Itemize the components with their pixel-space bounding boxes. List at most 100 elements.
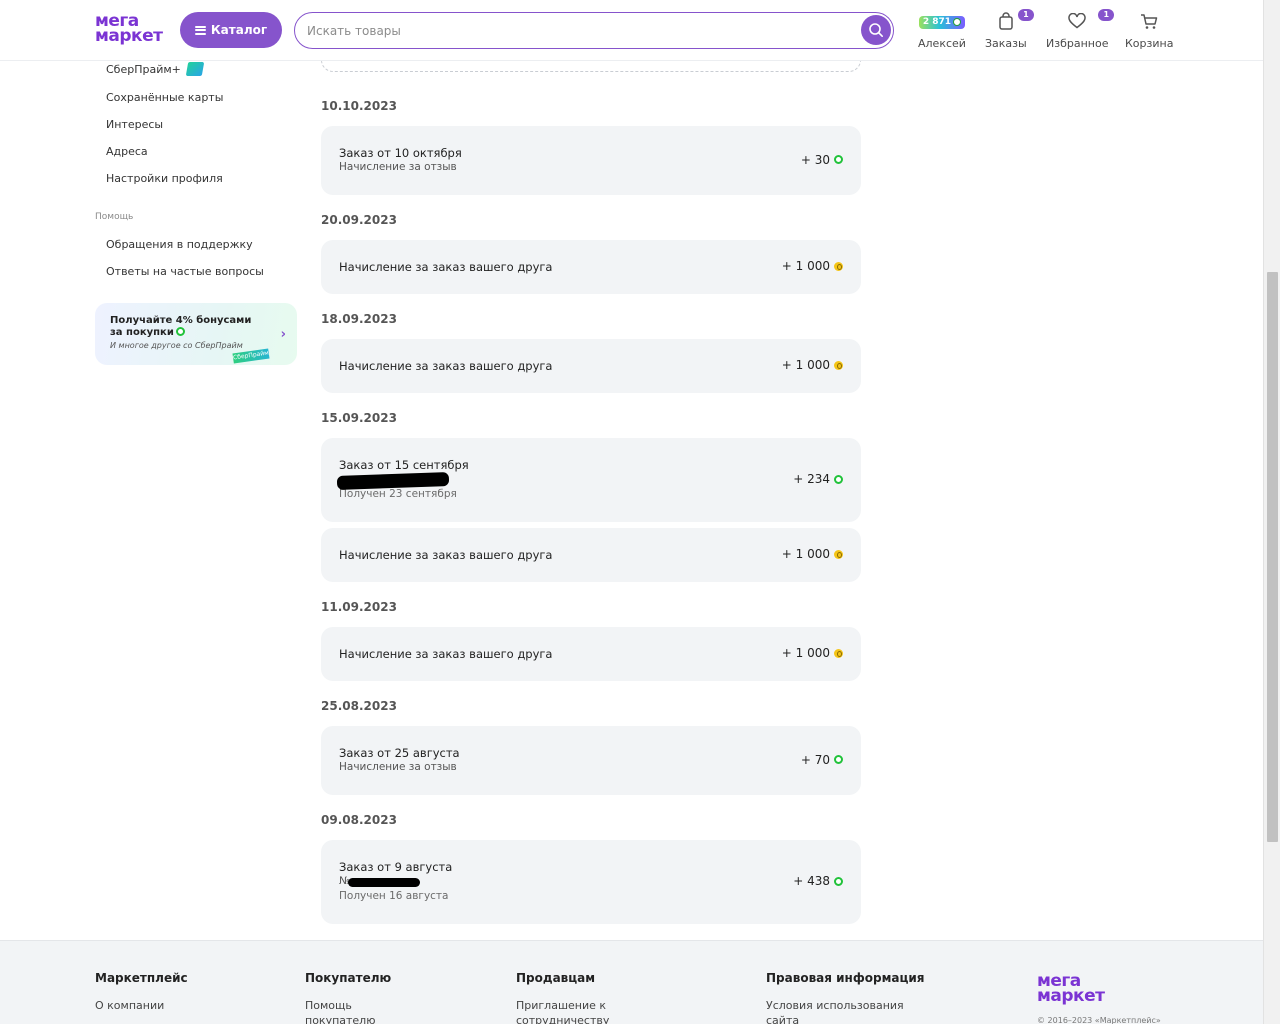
card-subtitle: Начисление за отзыв — [339, 161, 457, 173]
history-date: 09.08.2023 — [321, 813, 397, 827]
card-title: Заказ от 10 октября — [339, 146, 462, 160]
card-title: Заказ от 25 августа — [339, 746, 460, 760]
bonus-amount-value: + 438 — [793, 874, 830, 888]
redacted-order-number — [348, 878, 420, 887]
search-icon — [869, 23, 883, 37]
bonus-amount: + 1 000 — [782, 259, 843, 273]
catalog-button[interactable]: Каталог — [180, 12, 282, 48]
card-title: Начисление за заказ вашего друга — [339, 260, 553, 274]
footer-heading-legal: Правовая информация — [766, 971, 925, 985]
megamarket-logo[interactable]: мега маркет — [95, 13, 165, 46]
sidebar-item-addresses[interactable]: Адреса — [106, 145, 148, 158]
bonus-history-card[interactable]: Начисление за заказ вашего друга + 1 000 — [321, 339, 861, 393]
bonus-amount-value: + 70 — [800, 752, 830, 767]
bonus-history-card[interactable]: Начисление за заказ вашего друга + 1 000 — [321, 627, 861, 681]
card-title: Начисление за заказ вашего друга — [339, 647, 553, 661]
bonus-amount-value: + 234 — [793, 472, 830, 486]
bonus-coin-icon — [834, 876, 843, 886]
bonus-coin-icon — [834, 155, 843, 164]
bonus-history-card[interactable]: Начисление за заказ вашего друга + 1 000 — [321, 528, 861, 582]
bonus-amount: + 70 — [801, 753, 843, 767]
history-date: 11.09.2023 — [321, 600, 397, 614]
footer-copyright: © 2016–2023 «Маркетплейс» — [1037, 1016, 1161, 1024]
sber-spasibo-coin-icon — [834, 648, 843, 658]
sidebar-item-profile-settings[interactable]: Настройки профиля — [106, 172, 223, 185]
history-date: 18.09.2023 — [321, 312, 397, 326]
chevron-right-icon: › — [280, 327, 286, 342]
scrollbar-thumb[interactable] — [1267, 272, 1278, 842]
bonus-amount: + 234 — [793, 472, 843, 486]
sidebar-item-interests[interactable]: Интересы — [106, 118, 163, 131]
cart-label: Корзина — [1125, 37, 1174, 50]
bonus-amount-value: + 1 000 — [781, 358, 830, 372]
footer-logo[interactable]: мега маркет — [1037, 973, 1105, 1006]
page-footer: Маркетплейс О компании Покупателю Помощь… — [0, 940, 1263, 1024]
card-title: Заказ от 9 августа — [339, 860, 453, 874]
logo-line-2: маркет — [95, 26, 163, 46]
catalog-label: Каталог — [210, 23, 268, 37]
card-title: Начисление за заказ вашего друга — [339, 359, 553, 373]
bonus-amount-value: + 1 000 — [781, 646, 830, 660]
sberprime-icon — [185, 62, 205, 76]
bonus-coin-icon — [834, 474, 843, 484]
history-date: 20.09.2023 — [321, 213, 397, 227]
orders-count-badge: 1 — [1017, 9, 1034, 21]
cart-icon — [1141, 13, 1158, 29]
promo-subtitle: И многое другое со СберПрайм — [110, 341, 243, 350]
footer-heading-sellers: Продавцам — [516, 971, 596, 985]
bonus-amount-value: + 1 000 — [781, 259, 830, 273]
footer-logo-line-2: маркет — [1037, 986, 1105, 1006]
sber-spasibo-coin-icon — [834, 360, 843, 370]
bonus-coin-icon — [175, 327, 185, 336]
bonus-amount: + 1 000 — [782, 358, 843, 372]
bonus-history-card[interactable]: Заказ от 15 сентября Получен 23 сентября +… — [321, 438, 861, 522]
bonus-amount-value: + 30 — [800, 152, 830, 167]
sidebar-item-saved-cards[interactable]: Сохранённые карты — [106, 91, 223, 104]
sberprime-ribbon: СберПрайм — [232, 348, 270, 364]
footer-link-buyer-help[interactable]: Помощь покупателю — [305, 998, 395, 1024]
sberprime-promo-banner[interactable]: Получайте 4% бонусами за покупки И много… — [95, 303, 297, 365]
page-scrollbar[interactable] — [1263, 0, 1280, 1024]
bonus-amount: + 30 — [801, 153, 843, 167]
history-date: 10.10.2023 — [321, 99, 397, 113]
orders-link[interactable]: 1 Заказы — [985, 9, 1034, 50]
bonus-history-card[interactable]: Заказ от 9 августа № Получен 16 августа + 4… — [321, 840, 861, 924]
card-received-date: Получен 16 августа — [339, 890, 449, 902]
top-header: мега маркет Каталог 2 871 Алексей 1 Зака — [0, 0, 1263, 61]
footer-link-partnership[interactable]: Приглашение к сотрудничеству — [516, 998, 616, 1024]
bonus-balance: 2 871 — [922, 16, 952, 27]
cart-link[interactable]: Корзина — [1125, 11, 1173, 50]
sidebar-item-sberprime[interactable]: СберПрайм+ — [106, 62, 205, 76]
bonus-history-card[interactable]: Заказ от 10 октября Начисление за отзыв + … — [321, 126, 861, 195]
sidebar-item-label: СберПрайм+ — [106, 63, 181, 76]
footer-heading-marketplace: Маркетплейс — [95, 971, 188, 985]
card-title: Начисление за заказ вашего друга — [339, 548, 553, 562]
bonus-amount-value: + 1 000 — [781, 547, 830, 561]
footer-heading-buyers: Покупателю — [305, 971, 392, 985]
card-subtitle: Начисление за отзыв — [339, 761, 457, 773]
heart-icon — [1068, 13, 1086, 29]
bonus-history-card[interactable]: Заказ от 25 августа Начисление за отзыв + … — [321, 726, 861, 795]
search-input[interactable] — [307, 21, 847, 41]
sidebar-item-support-requests[interactable]: Обращения в поддержку — [106, 238, 253, 251]
sidebar-item-faq[interactable]: Ответы на частые вопросы — [106, 265, 264, 278]
profile-menu[interactable]: 2 871 Алексей — [918, 11, 966, 50]
favorites-link[interactable]: 1 Избранное — [1046, 9, 1115, 50]
bonus-history-card[interactable]: Начисление за заказ вашего друга + 1 000 — [321, 240, 861, 294]
help-section-title: Помощь — [95, 212, 134, 222]
sber-spasibo-coin-icon — [834, 261, 843, 271]
favorites-count-badge: 1 — [1098, 9, 1115, 21]
bonus-amount: + 1 000 — [782, 646, 843, 660]
search-button[interactable] — [861, 15, 891, 45]
bonus-balance-chip: 2 871 — [918, 11, 966, 31]
bonus-coin-icon — [834, 755, 843, 764]
favorites-label: Избранное — [1046, 37, 1109, 50]
history-date: 25.08.2023 — [321, 699, 397, 713]
footer-link-about[interactable]: О компании — [95, 998, 164, 1013]
bonus-coin-icon — [953, 18, 962, 26]
footer-link-terms[interactable]: Условия использования сайта — [766, 998, 906, 1024]
card-received-date: Получен 23 сентября — [339, 488, 457, 500]
shopping-bag-icon — [999, 12, 1013, 30]
sber-spasibo-coin-icon — [834, 549, 843, 559]
promo-title: Получайте 4% бонусами за покупки — [110, 315, 260, 339]
